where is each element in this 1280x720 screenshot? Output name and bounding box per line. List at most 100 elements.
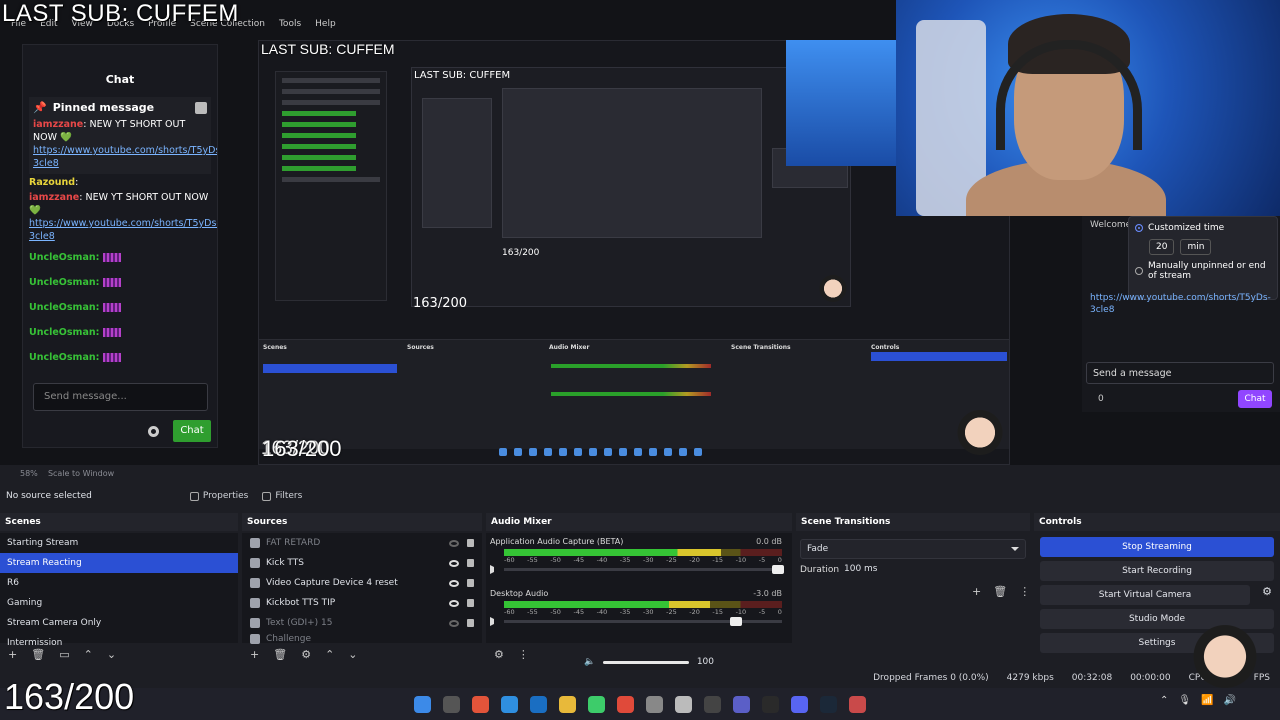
eye-icon[interactable] — [449, 579, 459, 587]
app-icon[interactable] — [472, 695, 489, 713]
lock-icon[interactable] — [467, 559, 474, 567]
lock-icon[interactable] — [195, 101, 207, 114]
meter-tick-label: -10 — [735, 556, 747, 564]
menu-tools[interactable]: Tools — [272, 16, 308, 32]
speaker-icon[interactable] — [490, 565, 499, 574]
right-chat-send-button[interactable]: Chat — [1238, 390, 1272, 408]
mixer-channel: Application Audio Capture (BETA) 0.0 dB … — [488, 537, 784, 587]
master-volume-slider[interactable] — [603, 660, 689, 664]
volume-slider[interactable] — [504, 565, 784, 574]
properties-button[interactable]: Properties — [189, 491, 248, 501]
chat-link[interactable]: https://www.youtube.com/shorts/T5yDs-3cl… — [29, 218, 217, 242]
meter-ticks: -60 -55 -50 -45 -40 -35 -30 -25 -20 -15 -10 -5 0 — [504, 608, 782, 616]
eye-icon[interactable] — [449, 619, 459, 627]
teams-icon[interactable] — [733, 695, 750, 713]
chat-message: iamzzane: NEW YT SHORT OUT NOW 💚 https:/… — [29, 192, 218, 242]
start-virtual-camera-button[interactable]: Start Virtual Camera — [1040, 585, 1250, 605]
move-down-button[interactable]: ⌄ — [107, 648, 116, 661]
gear-icon[interactable]: ⚙ — [1262, 585, 1272, 598]
discord-icon[interactable] — [791, 695, 808, 713]
scene-item[interactable]: Stream Camera Only — [0, 613, 238, 633]
chat-input[interactable]: Send message... — [33, 383, 208, 411]
source-item[interactable]: Kick TTS — [242, 553, 482, 573]
obs-icon[interactable] — [704, 695, 721, 713]
add-source-button[interactable]: + — [250, 648, 259, 661]
zoom-level[interactable]: 58% — [20, 469, 38, 478]
slider-handle[interactable] — [730, 617, 742, 626]
store-icon[interactable] — [646, 695, 663, 713]
speaker-icon[interactable]: 🔈 — [584, 657, 595, 667]
move-up-button[interactable]: ⌃ — [84, 648, 93, 661]
stop-streaming-button[interactable]: Stop Streaming — [1040, 537, 1274, 557]
app-icon[interactable] — [588, 695, 605, 713]
lock-icon[interactable] — [467, 539, 474, 547]
start-recording-button[interactable]: Start Recording — [1040, 561, 1274, 581]
gear-icon[interactable] — [148, 426, 159, 437]
transition-select[interactable]: Fade — [800, 539, 1026, 559]
lock-icon[interactable] — [467, 579, 474, 587]
transitions-title: Scene Transitions — [796, 513, 1030, 531]
scene-item[interactable]: Gaming — [0, 593, 238, 613]
scene-item[interactable]: R6 — [0, 573, 238, 593]
right-chat-input[interactable]: Send a message — [1086, 362, 1274, 384]
slider-handle[interactable] — [772, 565, 784, 574]
steam-icon[interactable] — [820, 695, 837, 713]
scale-mode[interactable]: Scale to Window — [48, 469, 114, 478]
volume-slider[interactable] — [504, 617, 782, 626]
source-item[interactable]: Video Capture Device 4 reset — [242, 573, 482, 593]
chat-send-button[interactable]: Chat — [173, 420, 211, 442]
edge-icon[interactable] — [501, 695, 518, 713]
source-settings-button[interactable]: ⚙ — [301, 648, 311, 661]
custom-time-radio[interactable] — [1135, 224, 1143, 232]
app-icon[interactable] — [762, 695, 779, 713]
remove-source-button[interactable]: 🗑 — [273, 648, 287, 661]
microphone-icon[interactable]: 🎙 — [1178, 695, 1191, 706]
eye-icon[interactable] — [449, 559, 459, 567]
remove-transition-button[interactable]: 🗑 — [993, 585, 1007, 598]
app-icon[interactable] — [675, 695, 692, 713]
scene-filters-button[interactable]: ▭ — [59, 648, 69, 661]
lock-icon[interactable] — [467, 599, 474, 607]
speaker-icon[interactable] — [490, 617, 499, 626]
scene-item-active[interactable]: Stream Reacting — [0, 553, 238, 573]
master-volume: 🔈 100 — [584, 655, 714, 669]
sub-counter-large: 163/200 — [4, 676, 135, 717]
eye-icon[interactable] — [449, 539, 459, 547]
mixer-channels: Application Audio Capture (BETA) 0.0 dB … — [486, 533, 792, 643]
right-chat-link[interactable]: https://www.youtube.com/shorts/T5yDs-3cl… — [1090, 292, 1271, 316]
remove-scene-button[interactable]: 🗑 — [31, 648, 45, 661]
more-options-icon[interactable]: ⋮ — [1019, 585, 1030, 598]
windows-start-icon[interactable] — [414, 695, 431, 713]
more-options-icon[interactable]: ⋮ — [518, 648, 529, 661]
menu-help[interactable]: Help — [308, 16, 343, 32]
manual-unpin-radio[interactable] — [1135, 267, 1143, 275]
scene-item[interactable]: Starting Stream — [0, 533, 238, 553]
add-scene-button[interactable]: + — [8, 648, 17, 661]
audio-mixer-dock: Audio Mixer Application Audio Capture (B… — [486, 513, 792, 665]
time-unit-select[interactable]: min — [1180, 239, 1212, 255]
duration-input[interactable]: 100 ms — [844, 561, 1014, 579]
task-view-icon[interactable] — [443, 695, 460, 713]
lock-icon[interactable] — [467, 619, 474, 627]
add-transition-button[interactable]: + — [972, 585, 981, 598]
time-value-input[interactable]: 20 — [1149, 239, 1175, 255]
outlook-icon[interactable] — [530, 695, 547, 713]
emote-icon — [103, 278, 122, 287]
chevron-up-icon[interactable]: ⌃ — [1160, 695, 1168, 706]
chrome-icon[interactable] — [617, 695, 634, 713]
meter-tick-label: -55 — [527, 608, 538, 616]
pinned-link[interactable]: https://www.youtube.com/shorts/T5yDs-3cl… — [33, 145, 217, 169]
wifi-icon[interactable]: 📶 — [1201, 695, 1213, 706]
file-explorer-icon[interactable] — [559, 695, 576, 713]
viewer-count: 0 — [1098, 394, 1104, 404]
source-item[interactable]: Text (GDI+) 15 — [242, 613, 482, 633]
filters-button[interactable]: Filters — [262, 491, 302, 501]
eye-icon[interactable] — [449, 599, 459, 607]
volume-icon[interactable]: 🔊 — [1224, 695, 1236, 706]
mixer-settings-icon[interactable]: ⚙ — [494, 648, 504, 661]
source-item[interactable]: FAT RETARD — [242, 533, 482, 553]
move-up-button[interactable]: ⌃ — [325, 648, 334, 661]
move-down-button[interactable]: ⌄ — [348, 648, 357, 661]
app-icon[interactable] — [849, 695, 866, 713]
source-item[interactable]: Kickbot TTS TIP — [242, 593, 482, 613]
